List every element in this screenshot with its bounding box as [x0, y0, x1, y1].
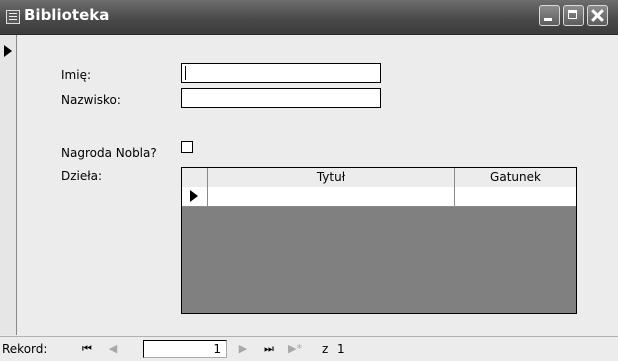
nobel-checkbox[interactable]: [181, 141, 193, 153]
of-label: z: [322, 342, 329, 356]
works-label: Dzieła:: [61, 169, 103, 183]
maximize-button[interactable]: [563, 5, 584, 26]
cell-genre[interactable]: [455, 187, 576, 206]
text-caret: [185, 66, 186, 80]
last-name-field[interactable]: [181, 88, 381, 108]
minimize-button[interactable]: [539, 5, 560, 26]
record-label: Rekord:: [2, 342, 48, 356]
header-selector[interactable]: [182, 168, 208, 187]
total-records: 1: [337, 342, 345, 356]
form-icon[interactable]: [6, 10, 20, 24]
last-name-label: Nazwisko:: [61, 93, 121, 107]
close-button[interactable]: [587, 5, 608, 26]
first-name-label: Imię:: [61, 68, 91, 82]
record-selector[interactable]: [0, 35, 17, 335]
last-record-icon[interactable]: ⏭: [258, 340, 280, 357]
previous-record-icon[interactable]: ◀: [102, 340, 124, 357]
current-row-arrow-icon: [190, 190, 198, 202]
column-header-genre[interactable]: Gatunek: [455, 168, 576, 187]
first-record-icon[interactable]: ⏮: [76, 340, 98, 357]
record-navigation-bar: Rekord: ⏮ ◀ 1 ▶ ⏭ ▶* z 1: [0, 336, 618, 361]
row-selector[interactable]: [182, 187, 208, 206]
works-subform[interactable]: Tytuł Gatunek: [181, 167, 577, 314]
current-record-field[interactable]: 1: [143, 340, 227, 358]
first-name-field[interactable]: [181, 63, 381, 83]
nobel-label: Nagroda Nobla?: [61, 146, 157, 160]
column-header-title[interactable]: Tytuł: [208, 168, 455, 187]
table-row[interactable]: [182, 187, 576, 207]
cell-title[interactable]: [208, 187, 455, 206]
window-title: Biblioteka: [24, 6, 110, 24]
title-bar[interactable]: Biblioteka: [0, 0, 618, 35]
form-window: Biblioteka Imię: Nazwisko: Nagroda Nobla…: [0, 0, 618, 361]
new-record-icon[interactable]: ▶*: [284, 340, 306, 357]
next-record-icon[interactable]: ▶: [232, 340, 254, 357]
datasheet-header: Tytuł Gatunek: [182, 168, 576, 188]
current-record-arrow-icon: [4, 45, 12, 57]
